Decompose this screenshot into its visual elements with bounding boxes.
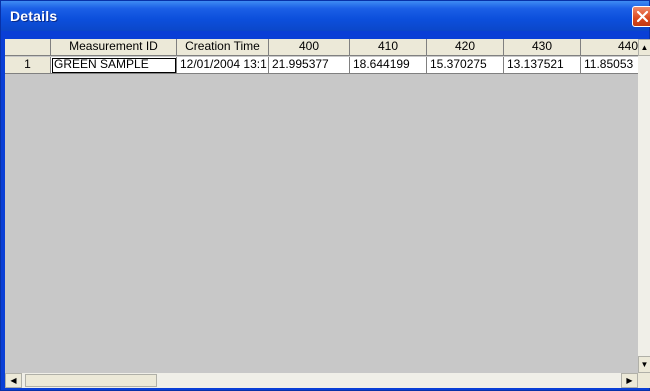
cell-measurement-id[interactable]: GREEN SAMPLE <box>51 57 177 74</box>
horizontal-scroll-thumb[interactable] <box>25 374 157 387</box>
cell-creation-time[interactable]: 12/01/2004 13:1 <box>177 57 269 74</box>
column-header-creation-time[interactable]: Creation Time <box>177 39 269 56</box>
horizontal-scrollbar[interactable]: ◀ ▶ <box>5 373 638 388</box>
close-button[interactable] <box>632 6 650 27</box>
cell-420[interactable]: 15.370275 <box>427 57 504 74</box>
scroll-up-button[interactable]: ▲ <box>638 39 650 56</box>
arrow-right-icon: ▶ <box>626 376 633 385</box>
scroll-right-button[interactable]: ▶ <box>621 373 638 388</box>
close-icon <box>636 10 649 23</box>
column-header-400[interactable]: 400 <box>269 39 350 56</box>
cell-430[interactable]: 13.137521 <box>504 57 581 74</box>
column-header-420[interactable]: 420 <box>427 39 504 56</box>
title-bar[interactable]: Details <box>1 1 650 31</box>
scrollbar-corner <box>638 373 650 388</box>
details-grid: Measurement ID Creation Time 400 410 420… <box>5 39 642 373</box>
cell-400[interactable]: 21.995377 <box>269 57 350 74</box>
cell-440[interactable]: 11.85053 <box>581 57 642 74</box>
arrow-left-icon: ◀ <box>10 376 17 385</box>
arrow-up-icon: ▲ <box>640 43 649 52</box>
arrow-down-icon: ▼ <box>640 360 649 369</box>
column-header-410[interactable]: 410 <box>350 39 427 56</box>
header-row: Measurement ID Creation Time 400 410 420… <box>5 39 642 56</box>
table-row[interactable]: 1 GREEN SAMPLE 12/01/2004 13:1 21.995377… <box>5 57 642 74</box>
header-corner[interactable] <box>5 39 51 56</box>
scroll-down-button[interactable]: ▼ <box>638 356 650 373</box>
column-header-440[interactable]: 440 <box>581 39 642 56</box>
column-header-430[interactable]: 430 <box>504 39 581 56</box>
cell-410[interactable]: 18.644199 <box>350 57 427 74</box>
details-window: Details Measurement ID Creation Time 400… <box>0 0 650 391</box>
scroll-left-button[interactable]: ◀ <box>5 373 22 388</box>
window-title: Details <box>10 8 58 24</box>
vertical-scrollbar[interactable]: ▲ ▼ <box>638 39 650 373</box>
row-number[interactable]: 1 <box>5 57 51 74</box>
column-header-measurement-id[interactable]: Measurement ID <box>51 39 177 56</box>
